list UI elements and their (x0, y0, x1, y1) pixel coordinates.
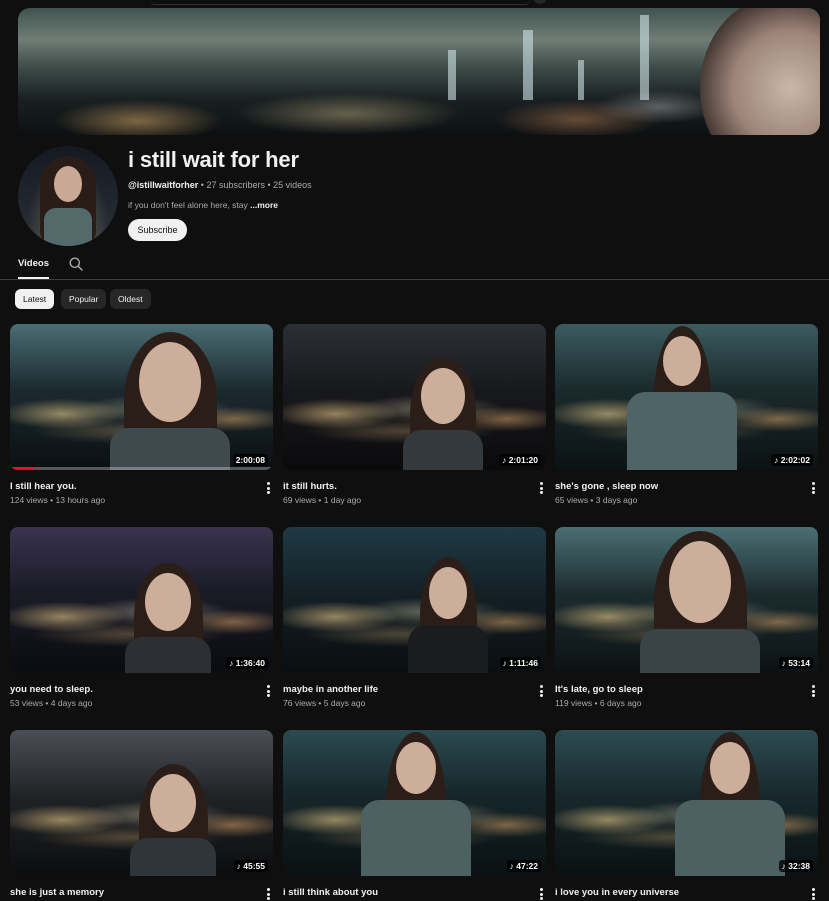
channel-avatar[interactable] (18, 146, 118, 246)
video-stats: 119 views • 6 days ago (555, 698, 642, 708)
video-stats: 76 views • 5 days ago (283, 698, 366, 708)
video-duration: ♪ 32:38 (778, 860, 813, 872)
video-card[interactable]: 2:00:08 I still hear you. 124 views • 13 h… (10, 324, 273, 505)
video-thumbnail[interactable]: ♪ 2:02:02 (555, 324, 818, 470)
channel-meta: @istillwaitforher • 27 subscribers • 25 … (128, 180, 312, 190)
video-card[interactable]: ♪ 2:01:20 it still hurts. 69 views • 1 day… (283, 324, 546, 505)
more-actions-icon[interactable] (536, 684, 546, 698)
top-search-bar-edge[interactable] (150, 0, 530, 5)
video-thumbnail[interactable]: ♪ 53:14 (555, 527, 818, 673)
video-stats: 65 views • 3 days ago (555, 495, 638, 505)
subscribe-button[interactable]: Subscribe (128, 219, 187, 241)
video-card[interactable]: ♪ 53:14 It's late, go to sleep 119 views •… (555, 527, 818, 708)
video-stats: 69 views • 1 day ago (283, 495, 362, 505)
video-thumbnail[interactable]: 2:00:08 (10, 324, 273, 470)
video-duration: ♪ 1:36:40 (226, 657, 268, 669)
video-stats: 53 views • 4 days ago (10, 698, 93, 708)
video-thumbnail[interactable]: ♪ 1:36:40 (10, 527, 273, 673)
video-card[interactable]: ♪ 2:02:02 she's gone , sleep now 65 views … (555, 324, 818, 505)
video-title[interactable]: i still think about you (283, 887, 378, 898)
filter-chip-latest[interactable]: Latest (15, 289, 55, 309)
video-duration: ♪ 1:11:46 (499, 657, 541, 669)
thumbnail-person (110, 324, 230, 470)
tab-active-indicator (18, 277, 49, 279)
more-actions-icon[interactable] (536, 887, 546, 901)
more-actions-icon[interactable] (808, 684, 818, 698)
thumbnail-person (361, 730, 471, 876)
video-duration: ♪ 47:22 (506, 860, 541, 872)
top-mic-button-edge[interactable] (534, 0, 546, 4)
video-title[interactable]: I still hear you. (10, 481, 77, 492)
video-title[interactable]: it still hurts. (283, 481, 337, 492)
video-thumbnail[interactable]: ♪ 1:11:46 (283, 527, 546, 673)
watch-progress-bar (10, 467, 273, 470)
video-title[interactable]: she is just a memory (10, 887, 104, 898)
channel-title: i still wait for her (128, 147, 299, 172)
channel-banner (18, 8, 820, 135)
video-card[interactable]: ♪ 47:22 i still think about you (283, 730, 546, 900)
more-link[interactable]: ...more (250, 200, 278, 210)
video-title[interactable]: It's late, go to sleep (555, 684, 643, 695)
video-duration: ♪ 2:02:02 (771, 454, 813, 466)
search-icon[interactable] (68, 256, 84, 272)
video-duration: 2:00:08 (232, 454, 268, 466)
more-actions-icon[interactable] (263, 684, 273, 698)
video-duration: ♪ 2:01:20 (499, 454, 541, 466)
more-actions-icon[interactable] (263, 887, 273, 901)
channel-handle[interactable]: @istillwaitforher (128, 180, 198, 190)
video-title[interactable]: you need to sleep. (10, 684, 93, 695)
thumbnail-person (408, 527, 488, 673)
thumbnail-person (627, 324, 737, 470)
more-actions-icon[interactable] (808, 887, 818, 901)
video-thumbnail[interactable]: ♪ 47:22 (283, 730, 546, 876)
video-thumbnail[interactable]: ♪ 32:38 (555, 730, 818, 876)
thumbnail-person (640, 527, 760, 673)
thumbnail-person (130, 730, 216, 876)
video-card[interactable]: ♪ 45:55 she is just a memory (10, 730, 273, 900)
more-actions-icon[interactable] (808, 481, 818, 495)
thumbnail-person (403, 324, 483, 470)
tab-videos[interactable]: Videos (18, 258, 49, 269)
filter-chip-popular[interactable]: Popular (61, 289, 107, 309)
more-actions-icon[interactable] (536, 481, 546, 495)
video-title[interactable]: i love you in every universe (555, 887, 679, 898)
video-title[interactable]: maybe in another life (283, 684, 378, 695)
video-thumbnail[interactable]: ♪ 45:55 (10, 730, 273, 876)
video-duration: ♪ 45:55 (233, 860, 268, 872)
subscriber-count: 27 subscribers (206, 180, 265, 190)
video-count: 25 videos (273, 180, 312, 190)
video-stats: 124 views • 13 hours ago (10, 495, 106, 505)
thumbnail-person (125, 527, 211, 673)
more-actions-icon[interactable] (263, 481, 273, 495)
video-card[interactable]: ♪ 1:36:40 you need to sleep. 53 views • 4 … (10, 527, 273, 708)
video-title[interactable]: she's gone , sleep now (555, 481, 658, 492)
video-card[interactable]: ♪ 32:38 i love you in every universe (555, 730, 818, 900)
channel-tabs: Videos (0, 250, 829, 280)
channel-description[interactable]: if you don't feel alone here, stay ...mo… (128, 200, 278, 210)
thumbnail-person (675, 730, 785, 876)
video-card[interactable]: ♪ 1:11:46 maybe in another life 76 views •… (283, 527, 546, 708)
filter-chip-oldest[interactable]: Oldest (110, 289, 151, 309)
video-thumbnail[interactable]: ♪ 2:01:20 (283, 324, 546, 470)
video-duration: ♪ 53:14 (778, 657, 813, 669)
